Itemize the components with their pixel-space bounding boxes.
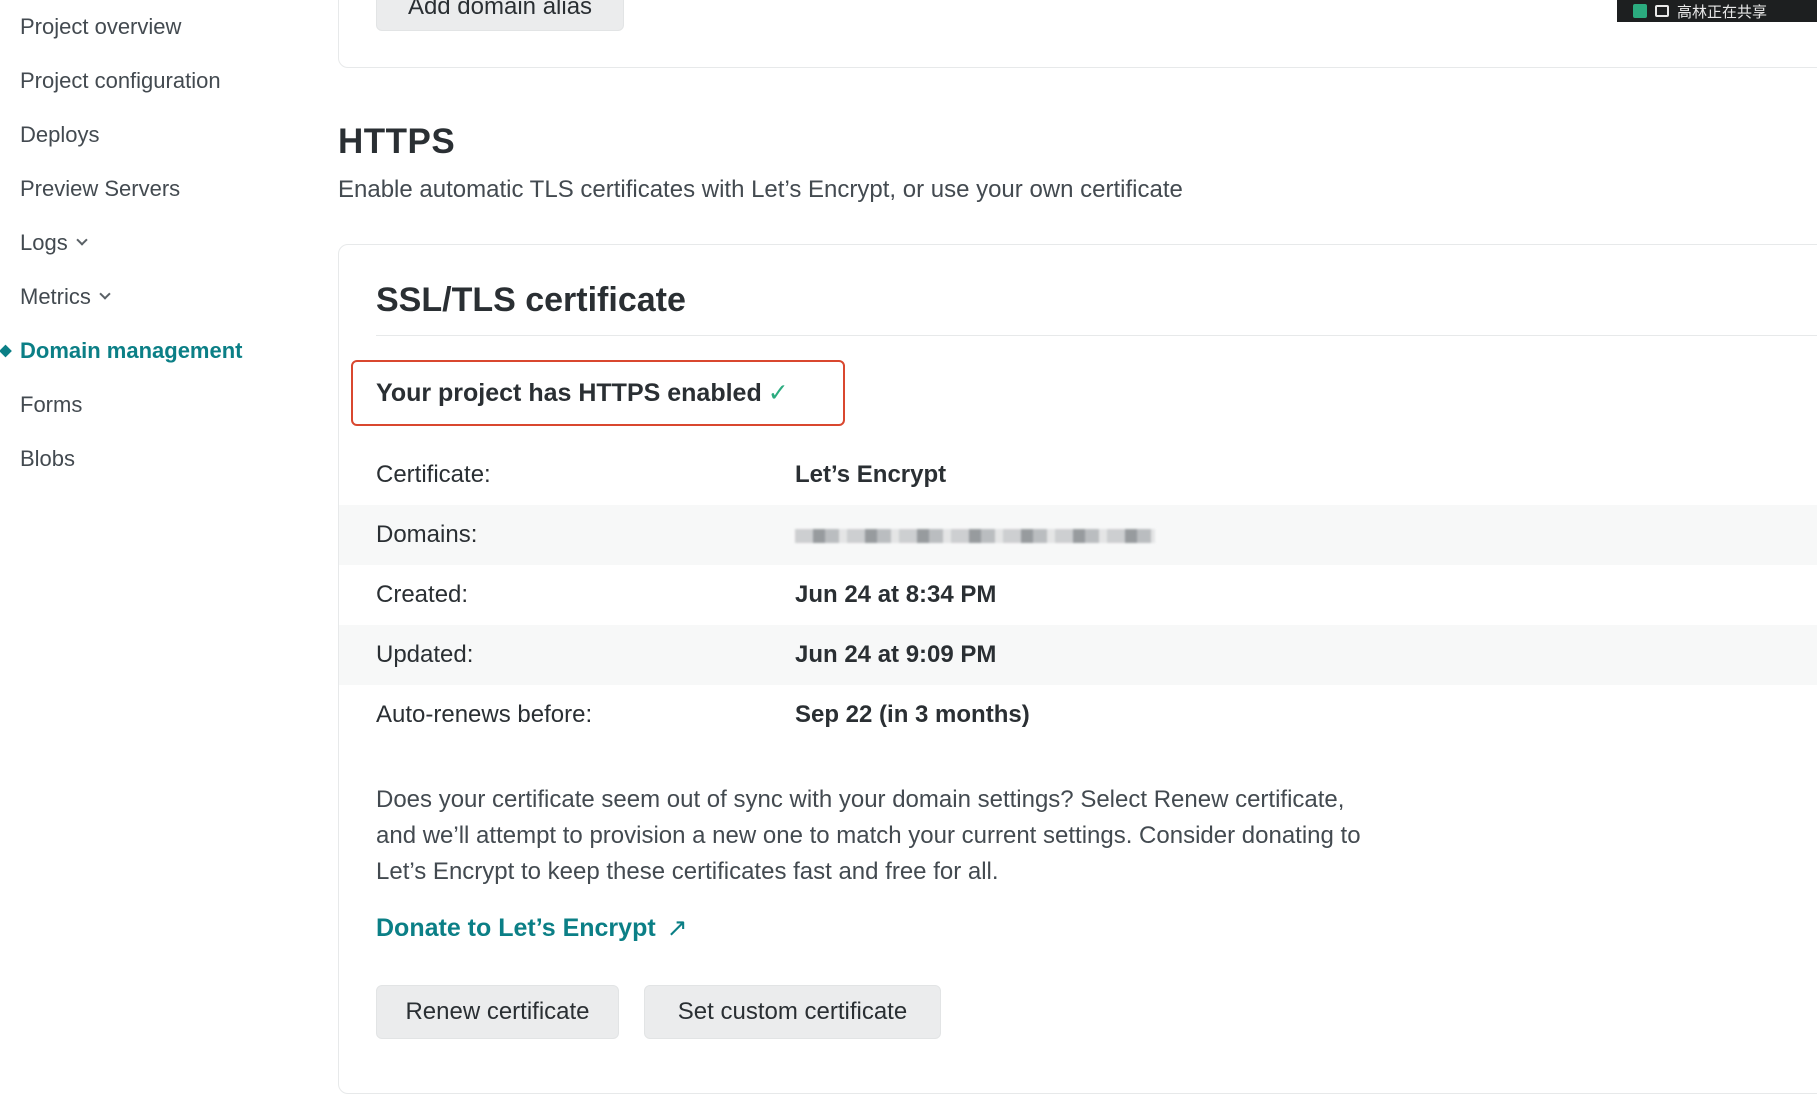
sidebar-item-blobs[interactable]: Blobs xyxy=(20,446,75,472)
divider xyxy=(376,335,1817,336)
redacted-domains xyxy=(795,529,1155,543)
sidebar-item-preview-servers[interactable]: Preview Servers xyxy=(20,176,180,202)
detail-row-auto-renews: Auto-renews before: Sep 22 (in 3 months) xyxy=(339,685,1817,745)
check-icon: ✓ xyxy=(767,379,789,407)
detail-label: Updated: xyxy=(376,641,474,668)
detail-value: Let’s Encrypt xyxy=(795,461,947,488)
certificate-details: Certificate: Let’s Encrypt Domains: Crea… xyxy=(339,445,1817,745)
add-domain-alias-button[interactable]: Add domain alias xyxy=(376,0,624,31)
detail-label: Auto-renews before: xyxy=(376,701,593,728)
sidebar-item-project-configuration[interactable]: Project configuration xyxy=(20,68,221,94)
sidebar-item-label: Deploys xyxy=(20,122,100,147)
detail-row-created: Created: Jun 24 at 8:34 PM xyxy=(339,565,1817,625)
detail-label: Certificate: xyxy=(376,461,491,488)
section-description: Enable automatic TLS certificates with L… xyxy=(338,176,1183,203)
external-link-icon: ↗ xyxy=(666,914,688,942)
section-title-https: HTTPS xyxy=(338,122,456,161)
sidebar-item-label: Forms xyxy=(20,392,83,417)
sidebar-item-label: Blobs xyxy=(20,446,76,471)
sidebar-item-domain-management[interactable]: Domain management xyxy=(0,338,243,364)
set-custom-certificate-button[interactable]: Set custom certificate xyxy=(644,985,941,1039)
share-status-icon xyxy=(1633,4,1647,18)
renew-certificate-button[interactable]: Renew certificate xyxy=(376,985,619,1039)
https-status-banner: Your project has HTTPS enabled ✓ xyxy=(351,360,845,426)
sidebar-item-forms[interactable]: Forms xyxy=(20,392,82,418)
ssl-tls-certificate-card: SSL/TLS certificate Your project has HTT… xyxy=(338,244,1817,1094)
detail-value: Sep 22 (in 3 months) xyxy=(795,701,1030,728)
chevron-down-icon xyxy=(76,234,88,246)
sidebar-item-label: Metrics xyxy=(20,284,91,309)
renew-help-text: Does your certificate seem out of sync w… xyxy=(376,786,1361,885)
share-status-text: 高林正在共享 xyxy=(1677,3,1768,21)
sidebar-item-metrics[interactable]: Metrics xyxy=(20,284,111,310)
https-status-text: Your project has HTTPS enabled xyxy=(376,378,762,407)
active-indicator-icon xyxy=(0,344,12,358)
donate-link-label: Donate to Let’s Encrypt xyxy=(376,914,656,942)
donate-lets-encrypt-link[interactable]: Donate to Let’s Encrypt ↗ xyxy=(376,913,688,943)
detail-row-updated: Updated: Jun 24 at 9:09 PM xyxy=(339,625,1817,685)
screen-share-indicator: 高林正在共享 xyxy=(1617,0,1817,22)
detail-row-certificate: Certificate: Let’s Encrypt xyxy=(339,445,1817,505)
card-title: SSL/TLS certificate xyxy=(376,281,686,319)
detail-value: Jun 24 at 8:34 PM xyxy=(795,581,997,608)
detail-label: Created: xyxy=(376,581,469,608)
sidebar-item-deploys[interactable]: Deploys xyxy=(20,122,99,148)
main-content: Add domain alias HTTPS Enable automatic … xyxy=(338,0,1817,1094)
sidebar: Project overview Project configuration D… xyxy=(0,0,300,1058)
sidebar-item-label: Logs xyxy=(20,230,68,255)
detail-value: Jun 24 at 9:09 PM xyxy=(795,641,997,668)
sidebar-item-label: Project overview xyxy=(20,14,182,39)
screen-icon xyxy=(1655,5,1669,17)
detail-label: Domains: xyxy=(376,521,478,548)
sidebar-item-label: Project configuration xyxy=(20,68,221,93)
sidebar-item-label: Domain management xyxy=(20,338,243,363)
detail-row-domains: Domains: xyxy=(339,505,1817,565)
sidebar-item-project-overview[interactable]: Project overview xyxy=(20,14,181,40)
domain-aliases-card: Add domain alias xyxy=(338,0,1817,68)
sidebar-item-logs[interactable]: Logs xyxy=(20,230,88,256)
sidebar-item-label: Preview Servers xyxy=(20,176,181,201)
chevron-down-icon xyxy=(99,288,111,300)
